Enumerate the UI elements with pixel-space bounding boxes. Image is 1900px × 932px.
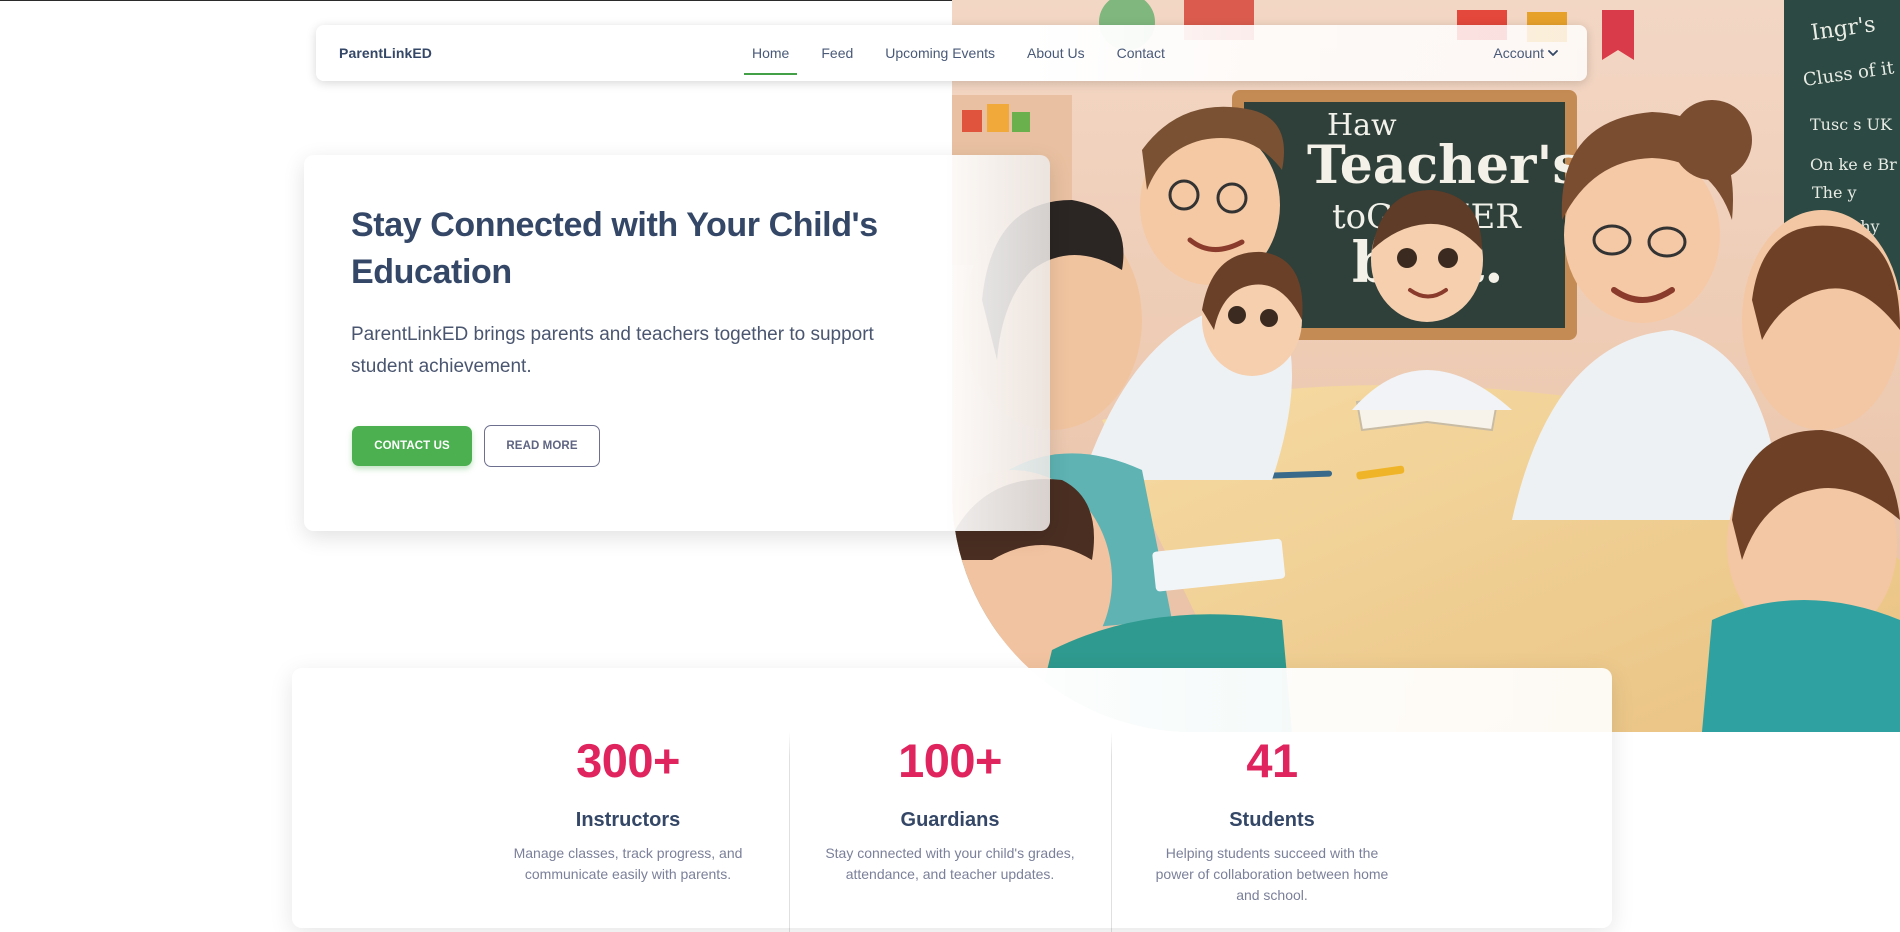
chevron-down-icon bbox=[1548, 50, 1558, 56]
nav-link-contact[interactable]: Contact bbox=[1109, 25, 1173, 81]
stat-label: Students bbox=[1229, 809, 1315, 831]
stat-value: 41 bbox=[1246, 734, 1298, 787]
stat-label: Guardians bbox=[900, 809, 1000, 831]
hero-title: Stay Connected with Your Child's Educati… bbox=[351, 206, 878, 291]
read-more-button[interactable]: READ MORE bbox=[484, 425, 600, 467]
stats-card: 300+ Instructors Manage classes, track p… bbox=[292, 668, 1612, 932]
nav-link-upcoming-events[interactable]: Upcoming Events bbox=[877, 25, 1003, 81]
hero-card: Stay Connected with Your Child's Educati… bbox=[304, 155, 1050, 531]
brand-logo[interactable]: ParentLinkED bbox=[339, 45, 432, 61]
stat-description: Manage classes, track progress, and comm… bbox=[513, 845, 743, 882]
hero-subtitle: ParentLinkED brings parents and teachers… bbox=[351, 324, 874, 377]
svg-text:Tusc s UK: Tusc s UK bbox=[1810, 115, 1893, 134]
stat-label: Instructors bbox=[575, 809, 681, 831]
stat-description: Helping students succeed with the power … bbox=[1155, 845, 1389, 903]
nav-link-feed[interactable]: Feed bbox=[813, 25, 861, 81]
account-label: Account bbox=[1493, 45, 1544, 61]
account-dropdown[interactable]: Account bbox=[1493, 25, 1558, 81]
svg-text:Teacher's: Teacher's bbox=[1307, 135, 1582, 196]
stat-value: 300+ bbox=[576, 734, 680, 787]
navbar: ParentLinkED Home Feed Upcoming Events A… bbox=[316, 25, 1587, 81]
contact-us-button[interactable]: CONTACT US bbox=[352, 426, 472, 466]
nav-links: Home Feed Upcoming Events About Us Conta… bbox=[744, 25, 1189, 81]
svg-text:On ke e Br: On ke e Br bbox=[1810, 155, 1897, 174]
stat-value: 100+ bbox=[898, 734, 1002, 787]
top-divider-line bbox=[0, 0, 952, 1]
hero-illustration: Haw Teacher's toGETHER best. Ingr's Clus… bbox=[952, 0, 1900, 732]
nav-link-home[interactable]: Home bbox=[744, 25, 798, 81]
stat-description: Stay connected with your child's grades,… bbox=[825, 845, 1075, 882]
svg-text:The y: The y bbox=[1812, 183, 1857, 202]
nav-link-about-us[interactable]: About Us bbox=[1019, 25, 1093, 81]
